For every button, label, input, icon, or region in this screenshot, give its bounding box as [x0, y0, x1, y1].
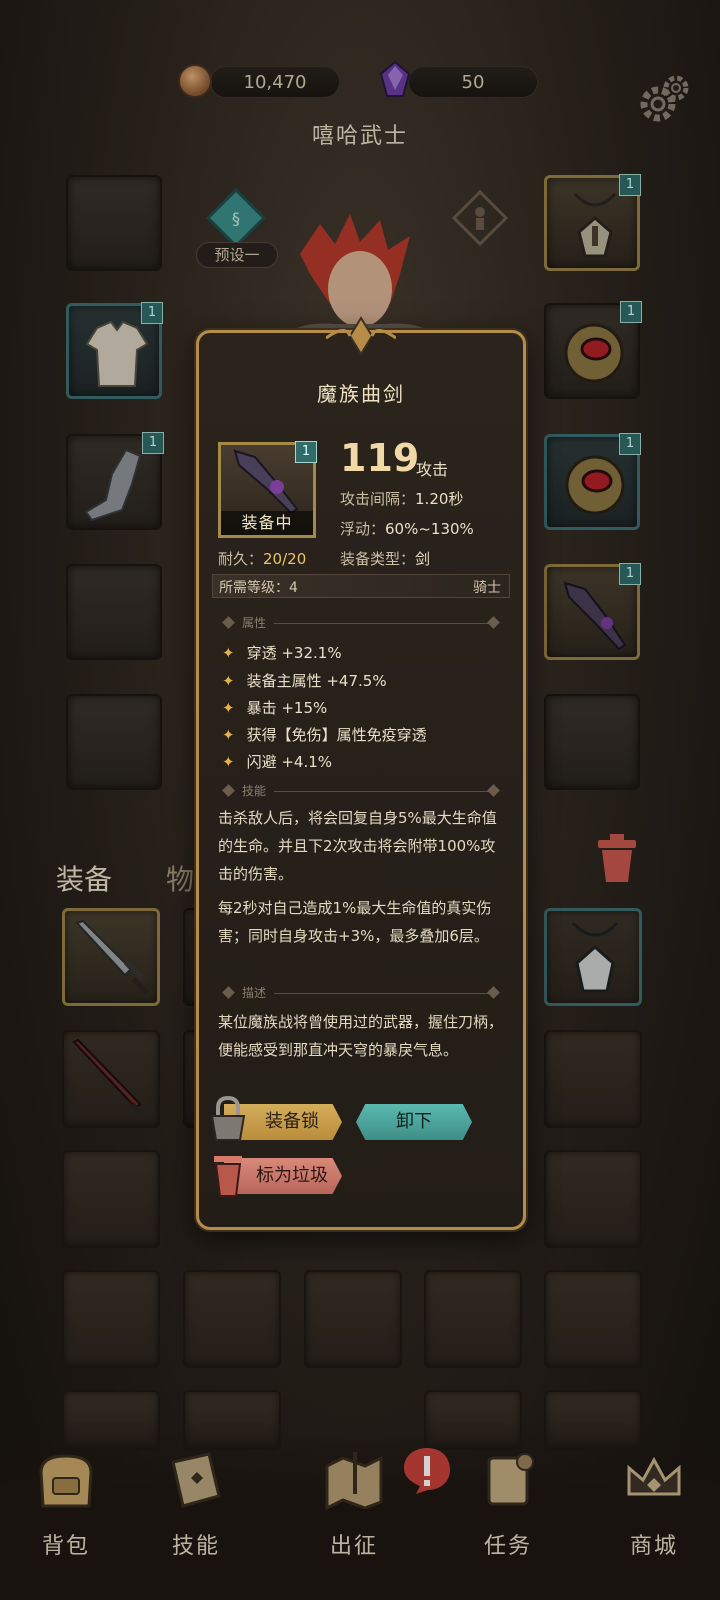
- attack-value: 119: [340, 436, 420, 480]
- item-detail-popup: 魔族曲剑 1 装备中 119 攻击 攻击间隔：1.20秒 浮动：60%~130%…: [196, 316, 526, 1230]
- durability: 耐久：20/20: [218, 548, 306, 569]
- stat-value: 60%~130%: [385, 520, 474, 538]
- trash-can-icon: [214, 1156, 242, 1197]
- attribute-text: 暴击 +15%: [246, 699, 328, 717]
- stat-value: 20/20: [263, 550, 307, 568]
- star-icon: ✦: [222, 699, 235, 717]
- equipped-label: 装备中: [221, 511, 313, 535]
- attribute-text: 闪避 +4.1%: [246, 753, 333, 771]
- section-title: 技能: [242, 784, 267, 798]
- attribute-text: 穿透 +32.1%: [246, 644, 342, 662]
- stat-label: 耐久：: [218, 550, 264, 568]
- skill-text-2: 每2秒对自己造成1%最大生命值的真实伤害；同时自身攻击+3%，最多叠加6层。: [218, 899, 492, 945]
- button-label: 标为垃圾: [256, 1165, 328, 1186]
- attribute-line: ✦ 闪避 +4.1%: [222, 751, 332, 772]
- stat-value: 剑: [415, 550, 431, 568]
- attribute-line: ✦ 获得【免伤】属性免疫穿透: [222, 724, 427, 745]
- attack-unit: 攻击: [416, 460, 449, 479]
- section-header-attributes: 属性: [214, 614, 508, 632]
- button-label: 装备锁: [265, 1111, 319, 1132]
- attack-interval: 攻击间隔：1.20秒: [340, 488, 463, 509]
- stat-value: 1.20秒: [415, 490, 464, 508]
- stat-label: 攻击间隔：: [340, 490, 416, 508]
- star-icon: ✦: [222, 726, 235, 744]
- attribute-line: ✦ 装备主属性 +47.5%: [222, 670, 387, 691]
- stat-label: 浮动：: [340, 520, 386, 538]
- item-description: 某位魔族战将曾使用过的武器，握住刀柄，便能感受到那直冲天穹的暴戾气息。: [218, 1013, 504, 1059]
- star-icon: ✦: [222, 644, 235, 662]
- section-header-description: 描述: [214, 984, 508, 1002]
- required-level: 所需等级：4: [219, 580, 298, 596]
- star-icon: ✦: [222, 672, 235, 690]
- skill-text-1: 击杀敌人后，将会回复自身5%最大生命值的生命。并且下2次攻击将会附带100%攻击…: [218, 809, 497, 883]
- section-title: 描述: [242, 986, 267, 1000]
- star-icon: ✦: [222, 753, 235, 771]
- damage-variance: 浮动：60%~130%: [340, 518, 474, 539]
- requirement-bar: 所需等级：4 骑士: [212, 574, 510, 598]
- item-name: 魔族曲剑: [317, 382, 405, 406]
- item-icon-box: 1 装备中: [218, 441, 317, 538]
- stat-label: 装备类型：: [340, 550, 416, 568]
- attribute-line: ✦ 穿透 +32.1%: [222, 642, 342, 663]
- ornament-icon: [326, 316, 396, 356]
- attribute-text: 装备主属性 +47.5%: [246, 672, 387, 690]
- unequip-button[interactable]: 卸下: [356, 1104, 472, 1140]
- demon-sword-icon: [233, 449, 299, 515]
- section-title: 属性: [242, 616, 267, 630]
- attribute-line: ✦ 暴击 +15%: [222, 697, 327, 718]
- equipment-type: 装备类型：剑: [340, 548, 430, 569]
- section-header-skills: 技能: [214, 782, 508, 800]
- lock-icon: [210, 1096, 246, 1141]
- attribute-text: 获得【免伤】属性免疫穿透: [246, 726, 427, 744]
- required-class: 骑士: [473, 580, 501, 596]
